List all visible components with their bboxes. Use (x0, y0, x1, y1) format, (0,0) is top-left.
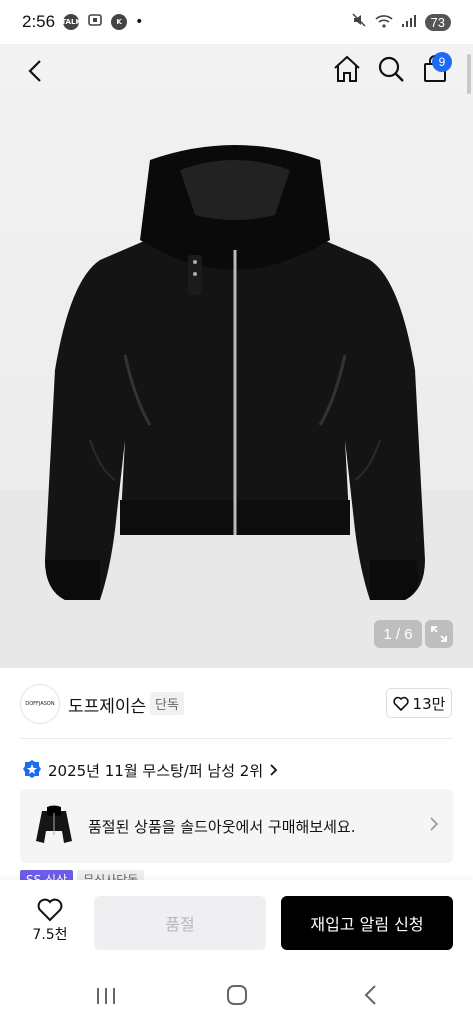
expand-icon (431, 626, 447, 642)
wishlist-button[interactable]: 7.5천 (20, 898, 80, 948)
brand-row: DOFFJASON 도프제이슨 단독 13만 (0, 684, 473, 724)
status-time: 2:56 (22, 12, 56, 31)
signal-icon (401, 13, 417, 32)
recent-apps-icon (97, 988, 115, 1004)
soldout-button: 품절 (94, 896, 266, 950)
bottom-action-bar: 7.5천 품절 재입고 알림 신청 (0, 880, 473, 966)
ranking-link[interactable]: 2025년 11월 무스탕/퍼 남성 2위 (22, 758, 279, 782)
chevron-right-icon (430, 817, 439, 831)
status-bar: 2:56 TALK K • 73 (0, 0, 473, 44)
soldout-thumbnail (36, 805, 72, 843)
search-icon (378, 56, 404, 82)
rank-badge-icon (23, 760, 41, 778)
system-back-button[interactable] (362, 984, 378, 1010)
divider (20, 738, 453, 739)
wifi-icon (374, 13, 393, 32)
brand-like-count: 13만 (412, 694, 446, 713)
battery-level: 73 (424, 13, 451, 31)
top-nav-bar (0, 44, 473, 96)
system-nav-bar (0, 966, 473, 1024)
home-icon (334, 55, 360, 82)
wishlist-count: 7.5천 (32, 927, 68, 943)
brand-logo[interactable]: DOFFJASON (20, 684, 60, 724)
brand-like-button[interactable]: 13만 (386, 688, 452, 718)
heart-icon (37, 898, 63, 922)
exclusive-tag: 단독 (150, 692, 184, 715)
soldout-banner-text: 품절된 상품을 솔드아웃에서 구매해보세요. (88, 818, 356, 836)
recent-apps-button[interactable] (95, 986, 117, 1010)
app-k-icon: K (111, 14, 128, 30)
chevron-right-icon (270, 764, 278, 776)
restock-alert-button[interactable]: 재입고 알림 신청 (281, 896, 453, 950)
cart-count-badge: 9 (432, 52, 452, 72)
chevron-left-icon (28, 60, 41, 82)
kakaotalk-icon: TALK (61, 14, 81, 30)
back-arrow-icon (364, 985, 376, 1005)
brand-name[interactable]: 도프제이슨 (68, 692, 146, 717)
home-button[interactable] (332, 54, 364, 86)
heart-icon (392, 696, 409, 711)
home-circle-icon (227, 985, 247, 1005)
screenshot-icon (87, 12, 103, 32)
fullscreen-button[interactable] (425, 620, 453, 648)
back-button[interactable] (20, 56, 50, 86)
ranking-text: 2025년 11월 무스탕/퍼 남성 2위 (48, 761, 264, 780)
notification-dot-icon: • (135, 14, 144, 30)
mute-icon (351, 12, 367, 32)
gallery-page-indicator: 1 / 6 (374, 620, 422, 648)
product-image (45, 145, 425, 600)
soldout-banner[interactable]: 품절된 상품을 솔드아웃에서 구매해보세요. (20, 789, 453, 863)
system-home-button[interactable] (226, 984, 248, 1010)
scrollbar[interactable] (467, 54, 471, 94)
search-button[interactable] (376, 54, 408, 86)
